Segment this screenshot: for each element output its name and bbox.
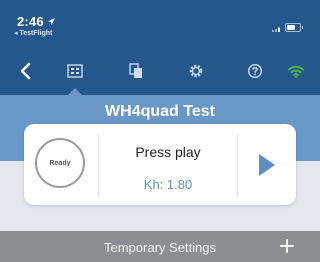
tab-copy[interactable] [124, 60, 148, 82]
back-button[interactable] [14, 60, 38, 82]
status-time: 2:46 [17, 14, 56, 29]
signal-icon [272, 27, 280, 32]
play-icon [259, 153, 275, 176]
settings-title: Temporary Settings [104, 240, 216, 255]
status-label: Ready [49, 159, 71, 167]
play-card: Ready Press play Kh: 1.80 [24, 124, 296, 205]
copy-icon [129, 63, 142, 78]
battery-icon [285, 23, 303, 32]
back-to-testflight[interactable]: ◂ TestFlight [14, 29, 52, 37]
top-bar: 2:46 ◂ TestFlight [0, 0, 320, 95]
tab-settings[interactable] [184, 60, 208, 82]
add-setting-button[interactable] [277, 236, 297, 256]
play-button[interactable] [238, 124, 296, 205]
gear-icon [189, 64, 203, 78]
active-tab-indicator [68, 88, 82, 95]
wifi-icon [288, 65, 304, 78]
card-heading: Press play [135, 144, 201, 160]
kh-value: Kh: 1.80 [143, 177, 193, 192]
plus-icon [280, 239, 294, 253]
tab-dashboard[interactable] [63, 60, 87, 82]
help-icon [247, 63, 263, 79]
page-title: WH4quad Test [105, 103, 215, 120]
dashboard-icon [67, 64, 83, 78]
wifi-status[interactable] [284, 60, 308, 82]
back-chevron-icon [20, 62, 31, 80]
status-circle: Ready [35, 138, 85, 188]
location-arrow-icon [47, 17, 55, 26]
tab-help[interactable] [243, 60, 267, 82]
